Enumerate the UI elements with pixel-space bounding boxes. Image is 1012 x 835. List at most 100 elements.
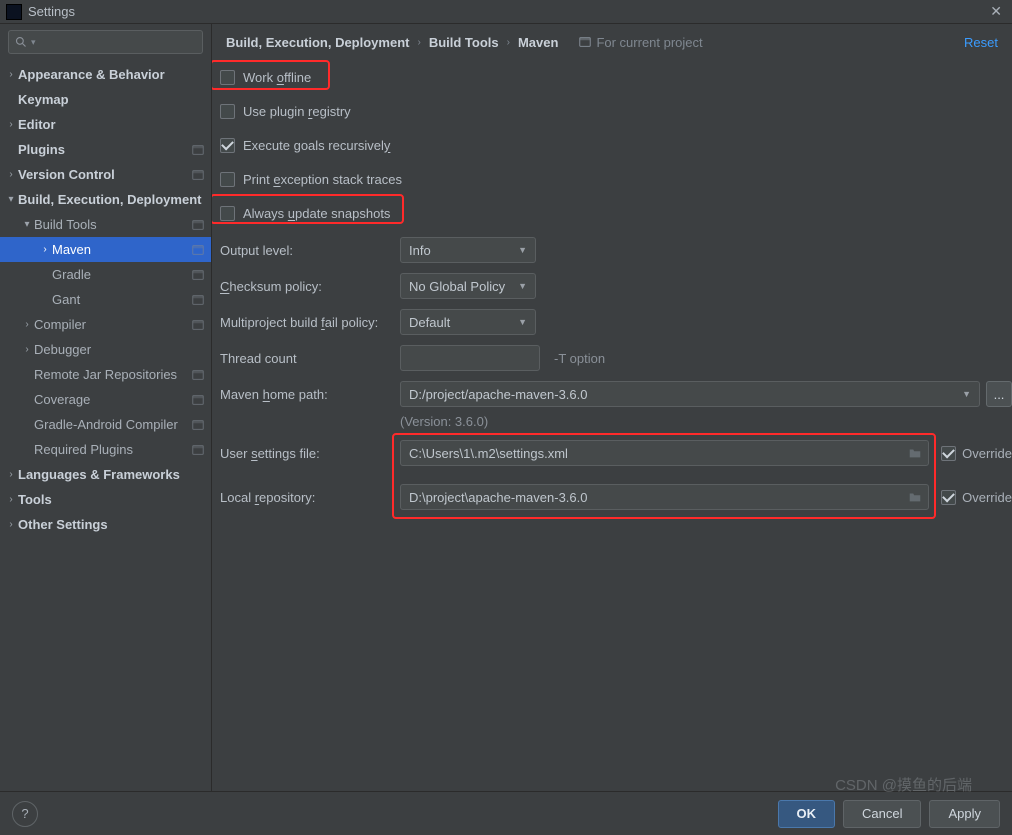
checkbox-print-exception[interactable]: [220, 172, 235, 187]
checkbox-update-snapshots[interactable]: [220, 206, 235, 221]
chevron-down-icon: ▾: [20, 219, 34, 230]
sidebar-item-compiler[interactable]: ›Compiler: [0, 312, 211, 337]
sidebar-item-build-tools[interactable]: ▾Build Tools: [0, 212, 211, 237]
browse-button[interactable]: ...: [986, 381, 1012, 407]
combo-maven-home[interactable]: D:/project/apache-maven-3.6.0▼: [400, 381, 980, 407]
label-output-level: Output level:: [220, 243, 400, 258]
project-icon: [191, 143, 205, 157]
input-local-repo[interactable]: D:\project\apache-maven-3.6.0: [400, 484, 929, 510]
sidebar-item-plugins[interactable]: ›Plugins: [0, 137, 211, 162]
combo-multiproject-fail[interactable]: Default▼: [400, 309, 536, 335]
search-icon: [15, 36, 27, 48]
apply-button[interactable]: Apply: [929, 800, 1000, 828]
combo-output-level[interactable]: Info▼: [400, 237, 536, 263]
sidebar-item-remote-jar-repositories[interactable]: ›Remote Jar Repositories: [0, 362, 211, 387]
project-icon: [191, 293, 205, 307]
scope-label: For current project: [578, 35, 702, 50]
project-icon: [191, 168, 205, 182]
label-maven-home: Maven home path:: [220, 387, 400, 402]
sidebar-item-version-control[interactable]: ›Version Control: [0, 162, 211, 187]
sidebar-item-maven[interactable]: ›Maven: [0, 237, 211, 262]
sidebar-item-label: Coverage: [34, 392, 191, 407]
chevron-down-icon: ▼: [518, 281, 527, 291]
sidebar-item-label: Compiler: [34, 317, 191, 332]
checkbox-override-user-settings[interactable]: [941, 446, 956, 461]
main-panel: Build, Execution, Deployment › Build Too…: [212, 24, 1012, 791]
chevron-down-icon: ▼: [962, 389, 971, 399]
reset-link[interactable]: Reset: [964, 35, 998, 50]
chevron-right-icon: ›: [4, 519, 18, 530]
title-bar: Settings ✕: [0, 0, 1012, 24]
crumb-maven[interactable]: Maven: [518, 35, 558, 50]
checkbox-plugin-registry[interactable]: [220, 104, 235, 119]
folder-icon[interactable]: [908, 446, 922, 463]
sidebar-item-label: Other Settings: [18, 517, 205, 532]
label-user-settings: User settings file:: [220, 446, 400, 461]
sidebar-item-tools[interactable]: ›Tools: [0, 487, 211, 512]
sidebar: ▾ ›Appearance & Behavior›Keymap›Editor›P…: [0, 24, 212, 791]
sidebar-item-label: Build, Execution, Deployment: [18, 192, 205, 207]
project-icon: [191, 218, 205, 232]
checkbox-work-offline[interactable]: [220, 70, 235, 85]
sidebar-item-label: Build Tools: [34, 217, 191, 232]
chevron-right-icon: ›: [417, 37, 420, 48]
label-update-snapshots: Always update snapshots: [243, 206, 390, 221]
chevron-right-icon: ›: [4, 119, 18, 130]
ok-button[interactable]: OK: [778, 800, 836, 828]
window-title: Settings: [28, 4, 986, 19]
maven-form: Work offline Use plugin registry Execute…: [212, 60, 1012, 515]
sidebar-item-other-settings[interactable]: ›Other Settings: [0, 512, 211, 537]
project-icon: [191, 318, 205, 332]
sidebar-item-label: Maven: [52, 242, 191, 257]
cancel-button[interactable]: Cancel: [843, 800, 921, 828]
close-icon[interactable]: ✕: [986, 3, 1006, 20]
sidebar-item-label: Version Control: [18, 167, 191, 182]
label-multiproject-fail: Multiproject build fail policy:: [220, 315, 400, 330]
chevron-right-icon: ›: [4, 494, 18, 505]
sidebar-item-coverage[interactable]: ›Coverage: [0, 387, 211, 412]
sidebar-item-label: Remote Jar Repositories: [34, 367, 191, 382]
chevron-right-icon: ›: [38, 244, 52, 255]
checkbox-execute-recursively[interactable]: [220, 138, 235, 153]
sidebar-item-debugger[interactable]: ›Debugger: [0, 337, 211, 362]
sidebar-item-label: Debugger: [34, 342, 205, 357]
sidebar-item-gradle[interactable]: ›Gradle: [0, 262, 211, 287]
sidebar-item-required-plugins[interactable]: ›Required Plugins: [0, 437, 211, 462]
sidebar-item-gradle-android-compiler[interactable]: ›Gradle-Android Compiler: [0, 412, 211, 437]
chevron-right-icon: ›: [4, 169, 18, 180]
input-user-settings[interactable]: C:\Users\1\.m2\settings.xml: [400, 440, 929, 466]
folder-icon[interactable]: [908, 490, 922, 507]
chevron-right-icon: ›: [20, 344, 34, 355]
project-icon: [191, 243, 205, 257]
sidebar-item-label: Editor: [18, 117, 205, 132]
label-override: Override: [962, 490, 1012, 505]
checkbox-override-local-repo[interactable]: [941, 490, 956, 505]
sidebar-item-languages-frameworks[interactable]: ›Languages & Frameworks: [0, 462, 211, 487]
hint-thread-count: -T option: [554, 351, 605, 366]
sidebar-item-build-execution-deployment[interactable]: ▾Build, Execution, Deployment: [0, 187, 211, 212]
sidebar-item-label: Tools: [18, 492, 205, 507]
project-icon: [191, 393, 205, 407]
help-button[interactable]: ?: [12, 801, 38, 827]
project-icon: [191, 268, 205, 282]
label-thread-count: Thread count: [220, 351, 400, 366]
label-local-repo: Local repository:: [220, 490, 400, 505]
sidebar-item-label: Required Plugins: [34, 442, 191, 457]
sidebar-item-label: Plugins: [18, 142, 191, 157]
crumb-buildtools[interactable]: Build Tools: [429, 35, 499, 50]
breadcrumb: Build, Execution, Deployment › Build Too…: [212, 24, 1012, 60]
sidebar-item-label: Gant: [52, 292, 191, 307]
sidebar-item-appearance-behavior[interactable]: ›Appearance & Behavior: [0, 62, 211, 87]
search-input[interactable]: ▾: [8, 30, 203, 54]
chevron-right-icon: ›: [4, 69, 18, 80]
project-icon: [191, 443, 205, 457]
label-print-exception: Print exception stack traces: [243, 172, 402, 187]
sidebar-item-keymap[interactable]: ›Keymap: [0, 87, 211, 112]
sidebar-item-editor[interactable]: ›Editor: [0, 112, 211, 137]
sidebar-item-gant[interactable]: ›Gant: [0, 287, 211, 312]
combo-checksum-policy[interactable]: No Global Policy▼: [400, 273, 536, 299]
input-thread-count[interactable]: [400, 345, 540, 371]
chevron-right-icon: ›: [4, 469, 18, 480]
sidebar-item-label: Gradle-Android Compiler: [34, 417, 191, 432]
crumb-build[interactable]: Build, Execution, Deployment: [226, 35, 409, 50]
